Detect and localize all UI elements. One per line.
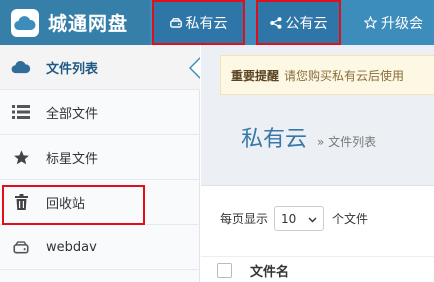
nav-upgrade-label: 升级会 xyxy=(381,15,423,32)
list-icon xyxy=(10,105,32,119)
cloud-logo-icon xyxy=(11,8,39,37)
cloud-icon xyxy=(10,60,32,74)
top-header: 城通网盘 私有云 公有云 升级会 xyxy=(0,0,434,45)
per-page-select[interactable]: 10 xyxy=(274,206,325,231)
sidebar-item-label: webdav xyxy=(46,239,97,255)
sidebar-item-starred[interactable]: 标星文件 xyxy=(0,135,200,180)
sidebar-item-all-files[interactable]: 全部文件 xyxy=(0,90,200,135)
sidebar-item-file-list[interactable]: 文件列表 xyxy=(0,45,201,90)
per-page-value: 10 xyxy=(281,211,297,226)
chevron-down-icon xyxy=(308,212,317,226)
nav-private-label: 私有云 xyxy=(185,15,228,32)
per-page-suffix: 个文件 xyxy=(332,212,369,226)
app-name: 城通网盘 xyxy=(48,13,129,35)
important-alert: 重要提醒 请您购买私有云后使用 xyxy=(220,55,434,95)
page-header: 私有云 » 文件列表 xyxy=(241,121,376,153)
active-caret xyxy=(189,57,200,79)
sidebar-item-label: 全部文件 xyxy=(46,106,99,122)
file-panel: 每页显示 10 个文件 文件名 xyxy=(201,185,434,282)
nav-private-cloud[interactable]: 私有云 xyxy=(152,0,245,45)
drive-icon xyxy=(10,240,32,254)
per-page-control: 每页显示 10 个文件 xyxy=(220,206,368,231)
alert-label: 重要提醒 xyxy=(231,68,280,83)
alert-text: 请您购买私有云后使用 xyxy=(284,68,405,83)
star-outline-icon xyxy=(364,16,377,29)
select-all-checkbox[interactable] xyxy=(217,262,232,278)
logo[interactable]: 城通网盘 xyxy=(0,0,150,45)
table-header: 文件名 xyxy=(201,256,434,282)
drive-icon xyxy=(169,17,182,28)
sidebar-item-label: 标星文件 xyxy=(46,151,99,167)
sidebar: 文件列表 全部文件 标星文件 回收站 webdav xyxy=(0,45,201,282)
sidebar-item-label: 文件列表 xyxy=(46,61,99,77)
breadcrumb[interactable]: » 文件列表 xyxy=(317,133,376,150)
nav-public-label: 公有云 xyxy=(285,15,328,32)
share-icon xyxy=(269,16,282,29)
per-page-label: 每页显示 xyxy=(220,212,269,226)
page-title: 私有云 xyxy=(241,127,308,152)
main-content: 重要提醒 请您购买私有云后使用 私有云 » 文件列表 每页显示 10 个文件 文… xyxy=(201,45,434,282)
nav-upgrade[interactable]: 升级会 xyxy=(358,0,434,45)
sidebar-item-webdav[interactable]: webdav xyxy=(0,225,200,270)
column-filename[interactable]: 文件名 xyxy=(250,261,289,280)
nav-public-cloud[interactable]: 公有云 xyxy=(256,0,341,45)
recycle-bin-highlight xyxy=(2,185,145,225)
star-icon xyxy=(10,149,32,166)
